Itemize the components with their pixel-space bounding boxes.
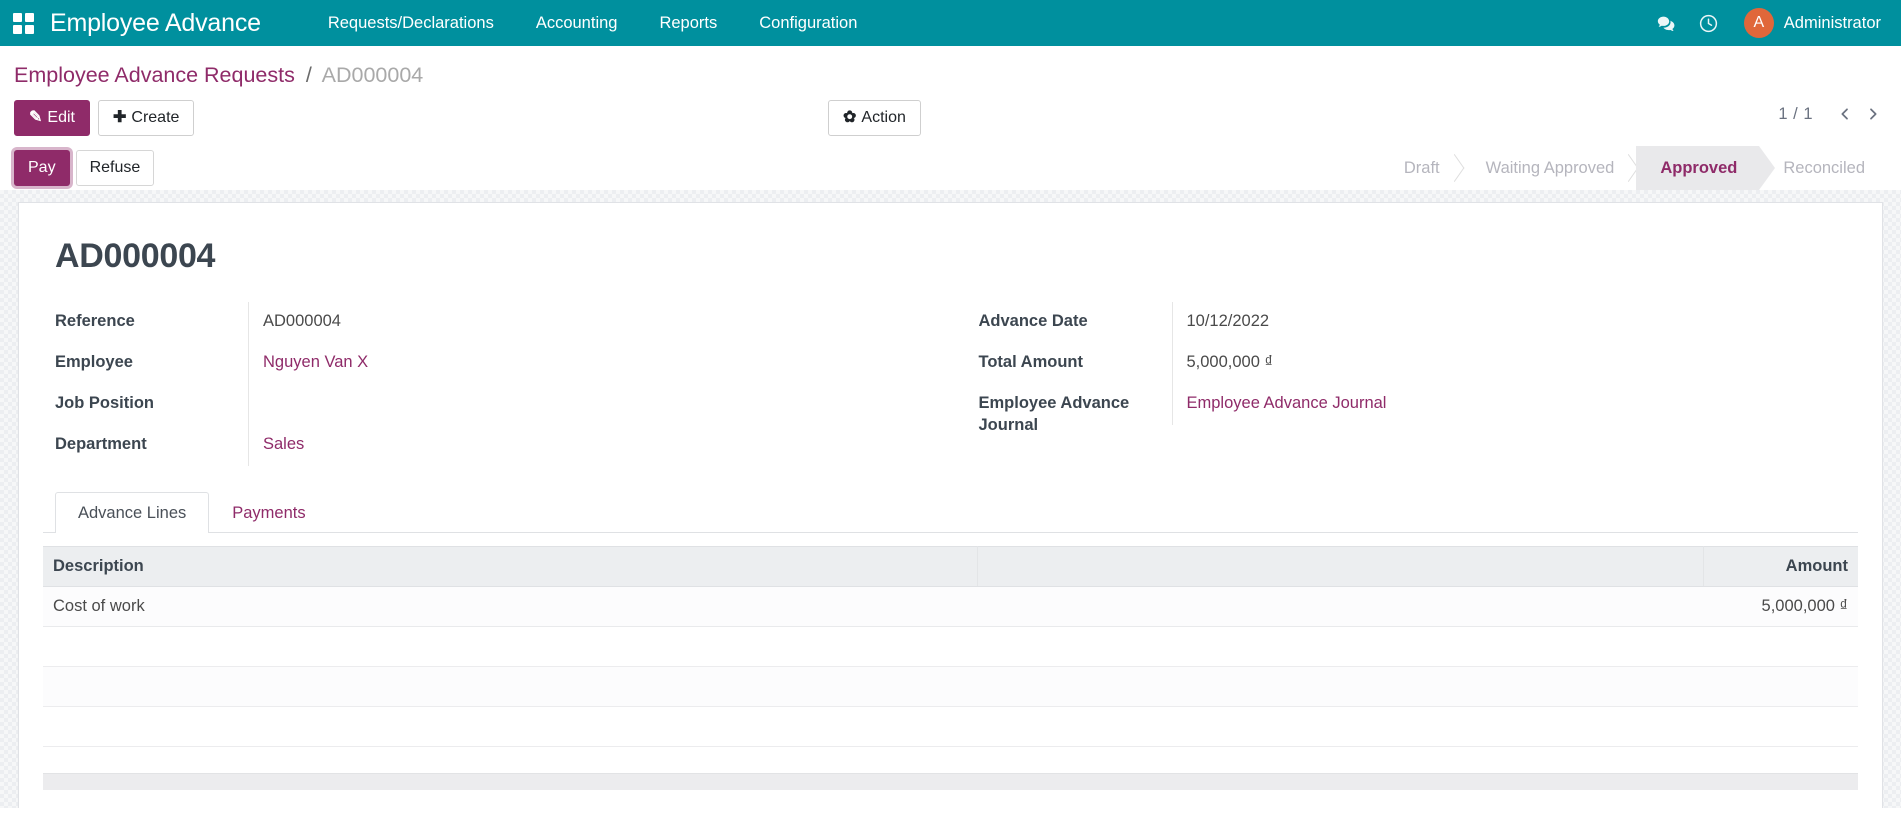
field-total-amount: Total Amount 5,000,000 ₫: [967, 343, 1829, 384]
table-row[interactable]: Cost of work 5,000,000 ₫: [43, 586, 1858, 627]
edit-button[interactable]: ✎ Edit: [14, 100, 90, 136]
table-row-empty: [43, 626, 1858, 667]
user-menu-button[interactable]: A Administrator: [1730, 8, 1887, 38]
navbar-systray: A Administrator: [1646, 0, 1887, 46]
cell-spacer: [977, 586, 1704, 627]
field-employee: Employee Nguyen Van X: [43, 343, 921, 384]
field-advance-date-label: Advance Date: [978, 312, 1088, 330]
edit-button-label: Edit: [47, 109, 75, 126]
status-stage-waiting-approved[interactable]: Waiting Approved: [1462, 146, 1637, 190]
action-menu-container: ✿ Action: [828, 100, 921, 136]
field-employee-value[interactable]: Nguyen Van X: [248, 343, 921, 384]
field-reference: Reference AD000004: [43, 302, 921, 343]
form-view-background: AD000004 Reference AD000004 Employee Ngu…: [0, 190, 1901, 808]
field-employee-label: Employee: [55, 353, 133, 371]
chevron-left-icon[interactable]: [1831, 100, 1859, 128]
field-job-position: Job Position: [43, 384, 921, 425]
column-header-amount[interactable]: Amount: [1703, 546, 1858, 587]
action-button[interactable]: ✿ Action: [828, 100, 921, 136]
advance-lines-table: Description Amount Cost of work 5,000,00…: [43, 546, 1858, 747]
column-header-description[interactable]: Description: [43, 546, 979, 587]
status-stage-reconciled[interactable]: Reconciled: [1759, 146, 1887, 190]
cell-amount: 5,000,000 ₫: [1703, 586, 1858, 627]
field-job-position-value: [248, 384, 921, 425]
tab-payments[interactable]: Payments: [209, 492, 328, 533]
page-title: AD000004: [55, 237, 216, 275]
field-department-label: Department: [55, 435, 147, 453]
cell-empty: [1703, 626, 1858, 667]
status-pipeline: Draft Waiting Approved Approved Reconcil…: [1380, 146, 1887, 190]
chat-bubble-icon[interactable]: [1646, 0, 1688, 46]
gear-icon: ✿: [843, 109, 857, 126]
cell-empty: [977, 666, 1704, 707]
status-stage-approved[interactable]: Approved: [1620, 146, 1776, 190]
workflow-buttons: Pay Refuse: [14, 150, 155, 186]
form-sheet: AD000004 Reference AD000004 Employee Ngu…: [18, 202, 1883, 808]
field-employee-advance-journal: Employee Advance Journal Employee Advanc…: [967, 384, 1829, 445]
breadcrumb: Employee Advance Requests / AD000004: [0, 46, 1901, 88]
breadcrumb-root-link[interactable]: Employee Advance Requests: [14, 63, 295, 87]
field-reference-label: Reference: [55, 312, 135, 330]
create-button-label: Create: [131, 109, 180, 126]
main-menu: Requests/Declarations Accounting Reports…: [307, 0, 879, 46]
refuse-button[interactable]: Refuse: [75, 150, 155, 186]
top-navbar: Employee Advance Requests/Declarations A…: [0, 0, 1901, 46]
breadcrumb-current: AD000004: [321, 63, 424, 87]
field-advance-date-value: 10/12/2022: [1171, 302, 1829, 343]
chevron-right-icon[interactable]: [1859, 100, 1887, 128]
apps-menu-button[interactable]: [0, 0, 46, 46]
pager-count: 1 / 1: [1778, 104, 1813, 123]
user-name-label: Administrator: [1783, 13, 1881, 32]
field-department-value[interactable]: Sales: [248, 425, 921, 466]
notebook: Advance Lines Payments Description Amoun…: [43, 492, 1858, 790]
app-brand-title[interactable]: Employee Advance: [50, 9, 261, 38]
form-fields: Reference AD000004 Employee Nguyen Van X…: [43, 302, 1858, 466]
control-panel-buttons-row: ✎ Edit ✚ Create ✿ Action 1 / 1: [0, 88, 1901, 146]
cell-empty: [977, 706, 1704, 747]
avatar: A: [1743, 8, 1774, 38]
clock-icon[interactable]: [1688, 0, 1730, 46]
notebook-tabs: Advance Lines Payments: [43, 492, 1858, 533]
field-employee-advance-journal-label: Employee Advance Journal: [978, 394, 1130, 435]
control-panel: Employee Advance Requests / AD000004 ✎ Ed…: [0, 46, 1901, 190]
create-button[interactable]: ✚ Create: [97, 100, 195, 136]
cell-empty: [1703, 706, 1858, 747]
table-row-empty: [43, 666, 1858, 707]
form-column-left: Reference AD000004 Employee Nguyen Van X…: [43, 302, 951, 466]
cell-empty: [1703, 666, 1858, 707]
menu-item-configuration[interactable]: Configuration: [738, 0, 878, 46]
breadcrumb-separator: /: [305, 63, 312, 87]
cell-empty: [43, 666, 978, 707]
field-total-amount-label: Total Amount: [978, 353, 1083, 371]
field-reference-value: AD000004: [248, 302, 921, 343]
field-advance-date: Advance Date 10/12/2022: [967, 302, 1829, 343]
table-header-row: Description Amount: [43, 546, 1858, 587]
field-department: Department Sales: [43, 425, 921, 466]
status-bar: Pay Refuse Draft Waiting Approved Approv…: [0, 146, 1901, 190]
cell-empty: [43, 706, 978, 747]
cell-empty: [43, 626, 978, 667]
table-footer-bar: [43, 773, 1858, 790]
apps-grid-icon: [12, 12, 34, 34]
status-stage-draft[interactable]: Draft: [1380, 146, 1462, 190]
action-button-label: Action: [861, 109, 906, 126]
cell-description: Cost of work: [43, 586, 978, 627]
tab-advance-lines[interactable]: Advance Lines: [55, 492, 210, 533]
table-row-empty: [43, 706, 1858, 747]
record-pager: 1 / 1: [1778, 100, 1887, 128]
field-employee-advance-journal-value[interactable]: Employee Advance Journal: [1171, 384, 1829, 425]
form-column-right: Advance Date 10/12/2022 Total Amount 5,0…: [951, 302, 1859, 466]
pencil-icon: ✎: [29, 109, 43, 126]
cell-empty: [977, 626, 1704, 667]
pay-button[interactable]: Pay: [14, 150, 70, 186]
menu-item-reports[interactable]: Reports: [638, 0, 738, 46]
field-total-amount-value: 5,000,000 ₫: [1171, 343, 1829, 384]
menu-item-requests-declarations[interactable]: Requests/Declarations: [307, 0, 515, 46]
column-header-spacer: [977, 546, 1705, 587]
plus-icon: ✚: [112, 109, 127, 126]
menu-item-accounting[interactable]: Accounting: [515, 0, 639, 46]
field-job-position-label: Job Position: [55, 394, 154, 412]
